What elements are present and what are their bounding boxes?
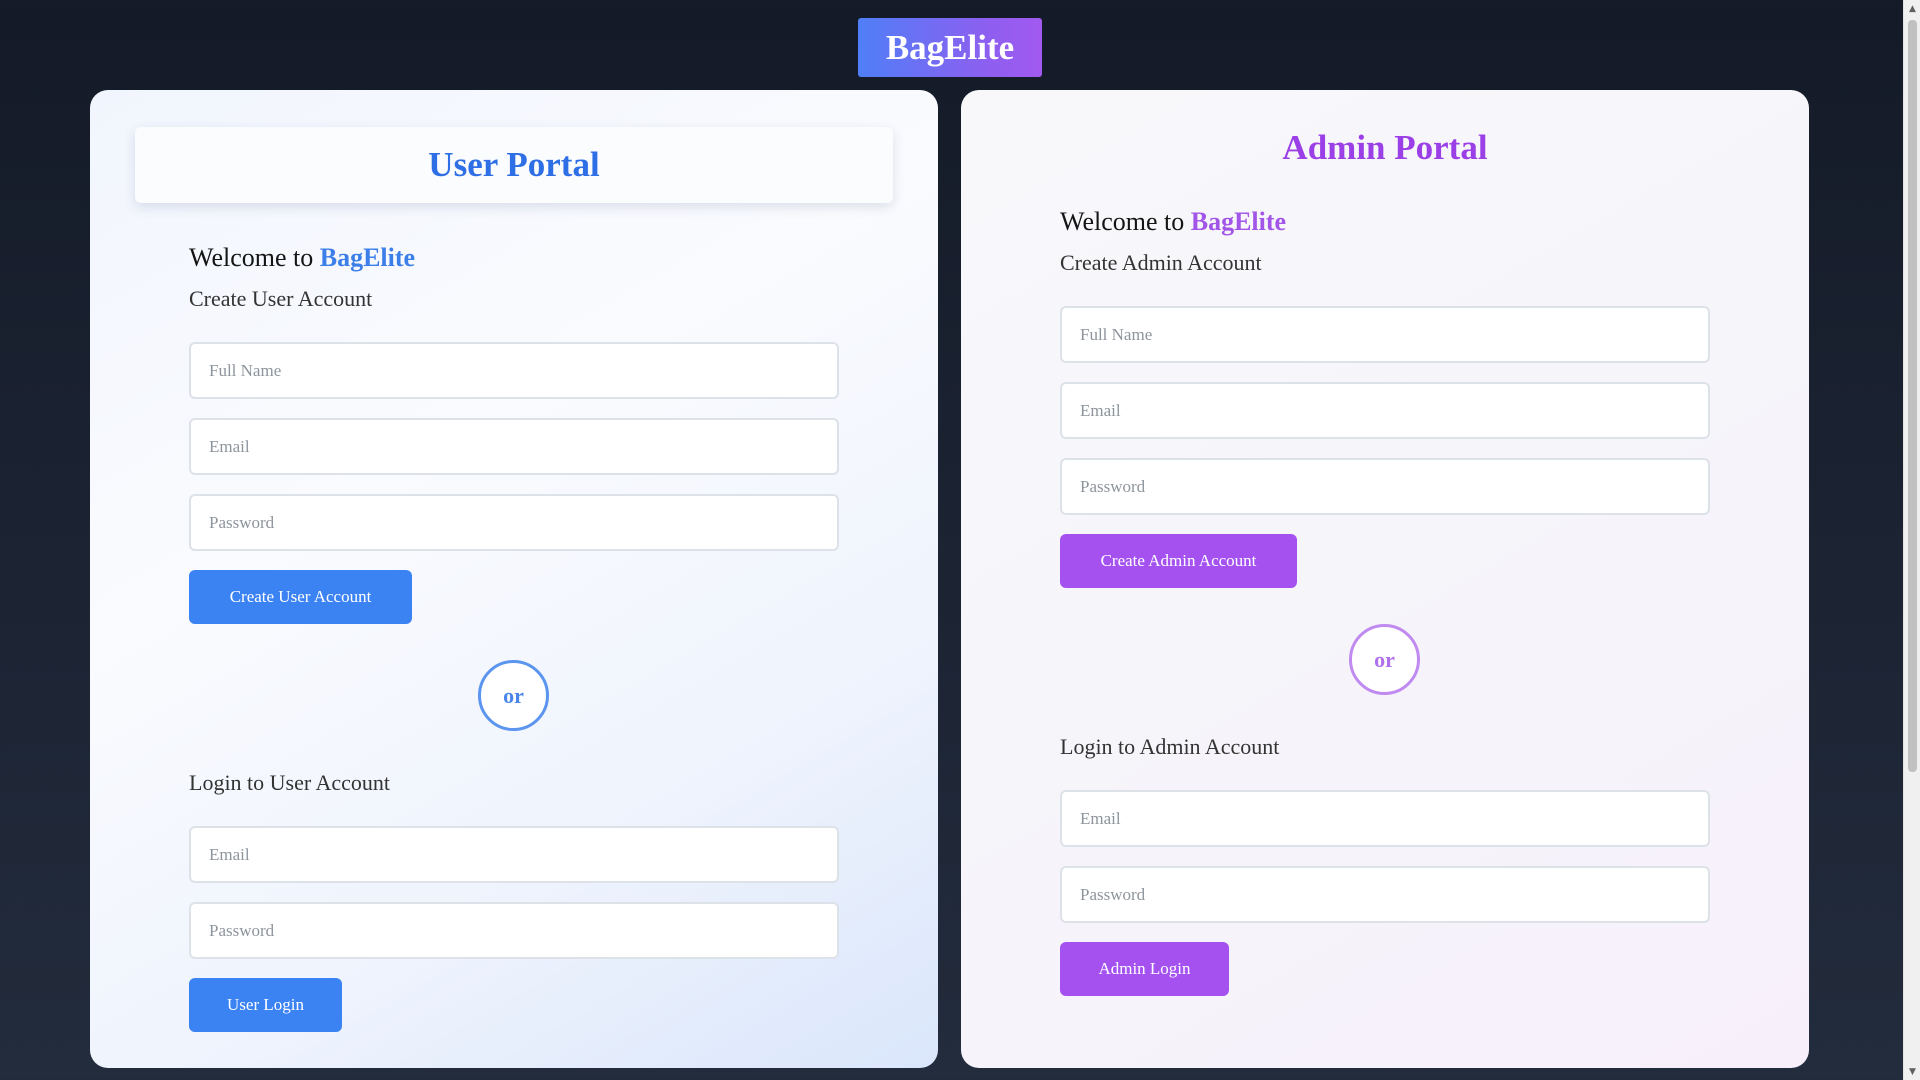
user-full-name-field[interactable] (189, 342, 839, 399)
page-scrollbar[interactable]: ▲ ▼ (1903, 0, 1920, 1080)
admin-welcome-brand: BagElite (1190, 207, 1287, 236)
admin-welcome-heading: Welcome to BagElite (1060, 207, 1286, 237)
scrollbar-thumb[interactable] (1908, 20, 1917, 772)
admin-welcome-prefix: Welcome to (1060, 207, 1185, 236)
user-login-heading: Login to User Account (189, 770, 391, 795)
admin-create-heading: Create Admin Account (1060, 250, 1262, 275)
brand-logo: BagElite (858, 18, 1042, 77)
user-portal-title: User Portal (428, 145, 600, 184)
admin-portal-title: Admin Portal (1282, 128, 1488, 167)
create-admin-account-button[interactable]: Create Admin Account (1060, 534, 1297, 588)
scroll-up-arrow-icon[interactable]: ▲ (1904, 0, 1920, 17)
user-welcome-brand: BagElite (319, 243, 416, 272)
user-portal-card: User Portal Welcome to BagElite Create U… (90, 90, 938, 1068)
admin-login-heading: Login to Admin Account (1060, 734, 1280, 759)
user-welcome-prefix: Welcome to (189, 243, 314, 272)
admin-login-button[interactable]: Admin Login (1060, 942, 1229, 996)
scroll-down-arrow-icon[interactable]: ▼ (1904, 1063, 1920, 1080)
user-login-email-field[interactable] (189, 826, 839, 883)
user-email-field[interactable] (189, 418, 839, 475)
user-welcome-heading: Welcome to BagElite (189, 243, 415, 273)
user-login-button[interactable]: User Login (189, 978, 342, 1032)
user-create-heading: Create User Account (189, 286, 373, 311)
admin-login-password-field[interactable] (1060, 866, 1710, 923)
user-or-divider: or (478, 660, 549, 731)
create-user-account-button[interactable]: Create User Account (189, 570, 412, 624)
admin-portal-card: Admin Portal Welcome to BagElite Create … (961, 90, 1809, 1068)
admin-full-name-field[interactable] (1060, 306, 1710, 363)
user-portal-header: User Portal (135, 127, 893, 203)
user-password-field[interactable] (189, 494, 839, 551)
admin-or-divider: or (1349, 624, 1420, 695)
admin-login-email-field[interactable] (1060, 790, 1710, 847)
user-login-password-field[interactable] (189, 902, 839, 959)
admin-password-field[interactable] (1060, 458, 1710, 515)
admin-email-field[interactable] (1060, 382, 1710, 439)
